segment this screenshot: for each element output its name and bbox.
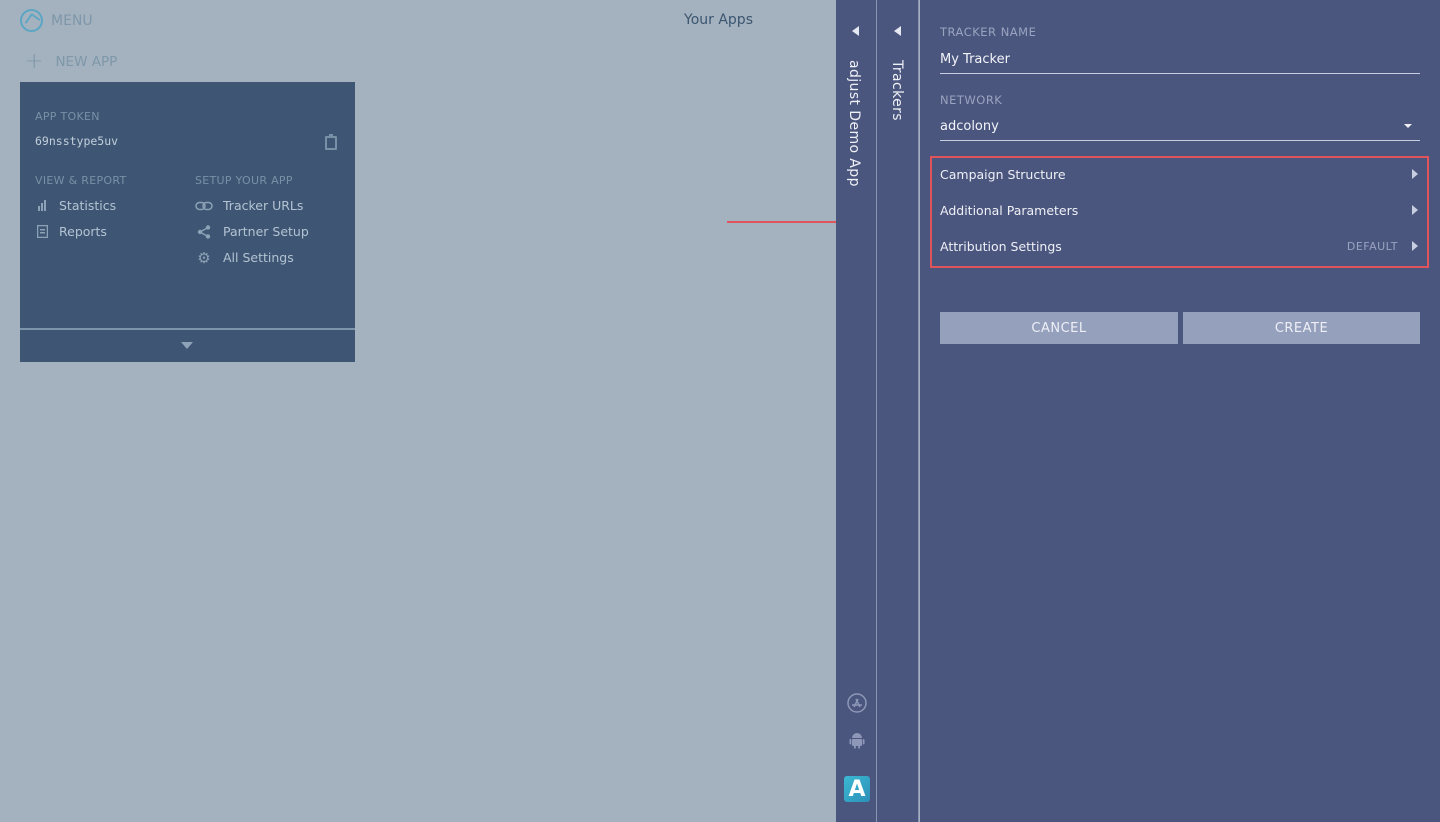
- setup-heading: SETUP YOUR APP: [195, 174, 293, 187]
- app-card: APP TOKEN 69nsstype5uv VIEW & REPORT SET…: [20, 82, 355, 362]
- view-report-heading: VIEW & REPORT: [35, 174, 127, 187]
- all-settings-link[interactable]: ⚙ All Settings: [195, 248, 294, 267]
- caret-down-icon[interactable]: [1404, 124, 1412, 128]
- chevron-right-icon: [1412, 205, 1418, 215]
- plus-icon: +: [25, 49, 44, 74]
- statistics-label: Statistics: [59, 198, 117, 213]
- attribution-settings-label: Attribution Settings: [940, 238, 1062, 254]
- clipboard-icon[interactable]: [325, 134, 337, 150]
- cancel-button[interactable]: CANCEL: [940, 312, 1178, 344]
- reports-label: Reports: [59, 224, 107, 239]
- attribution-settings-row[interactable]: Attribution Settings DEFAULT: [940, 235, 1418, 257]
- additional-parameters-label: Additional Parameters: [940, 202, 1079, 218]
- collapse-trackers-panel-icon[interactable]: [894, 26, 901, 36]
- app-name-label: adjust Demo App: [846, 60, 862, 187]
- chevron-right-icon: [1412, 169, 1418, 179]
- app-store-icon[interactable]: [847, 693, 867, 713]
- trackers-title: Trackers: [889, 60, 905, 121]
- statistics-link[interactable]: Statistics: [35, 198, 116, 213]
- collapse-app-panel-icon[interactable]: [852, 26, 859, 36]
- menu-label: MENU: [51, 12, 93, 29]
- new-app-label: NEW APP: [55, 54, 118, 70]
- chevron-right-icon: [1412, 241, 1418, 251]
- adjust-logo-icon: [20, 9, 43, 32]
- card-divider: [20, 328, 355, 330]
- all-settings-label: All Settings: [223, 250, 294, 265]
- app-token-label: APP TOKEN: [35, 110, 100, 123]
- campaign-structure-row[interactable]: Campaign Structure: [940, 163, 1418, 185]
- partner-setup-link[interactable]: Partner Setup: [195, 224, 309, 239]
- attribution-default-badge: DEFAULT: [1346, 239, 1398, 253]
- bar-chart-icon: [35, 199, 49, 213]
- create-button[interactable]: CREATE: [1183, 312, 1420, 344]
- app-panel: adjust Demo App A: [836, 0, 877, 822]
- report-icon: [35, 225, 49, 239]
- tracker-name-input[interactable]: [940, 51, 1420, 74]
- tracker-form: TRACKER NAME NETWORK Campaign Structure …: [920, 0, 1440, 822]
- reports-link[interactable]: Reports: [35, 224, 107, 239]
- network-label: NETWORK: [940, 93, 1003, 107]
- page-title: Your Apps: [684, 12, 753, 28]
- tracker-name-label: TRACKER NAME: [940, 25, 1037, 39]
- tracker-urls-link[interactable]: Tracker URLs: [195, 198, 303, 213]
- android-icon[interactable]: [847, 730, 867, 750]
- link-icon: [195, 199, 213, 213]
- new-app-button[interactable]: + NEW APP: [25, 49, 118, 74]
- gear-icon: ⚙: [197, 248, 211, 267]
- chevron-down-icon[interactable]: [181, 342, 193, 349]
- network-select[interactable]: [940, 118, 1420, 141]
- partner-setup-label: Partner Setup: [223, 224, 309, 239]
- trackers-panel: Trackers: [877, 0, 919, 822]
- app-token-value: 69nsstype5uv: [35, 134, 119, 148]
- campaign-structure-label: Campaign Structure: [940, 166, 1066, 182]
- adjust-brand-logo: A: [844, 776, 870, 802]
- menu-button[interactable]: MENU: [20, 9, 93, 32]
- additional-parameters-row[interactable]: Additional Parameters: [940, 199, 1418, 221]
- share-icon: [195, 224, 213, 239]
- tracker-urls-label: Tracker URLs: [223, 198, 304, 213]
